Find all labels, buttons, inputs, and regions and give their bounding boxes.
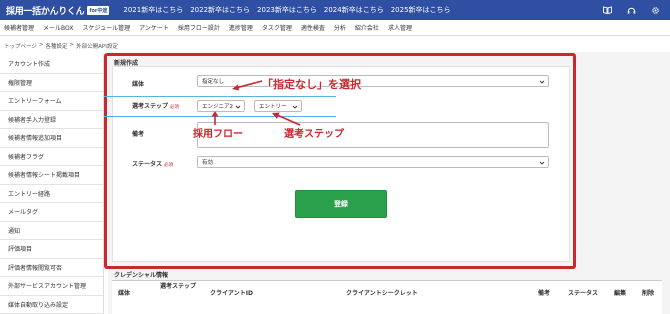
nav-flow-design[interactable]: 採用フロー設計 xyxy=(178,23,220,32)
sidebar-item-entry-form[interactable]: エントリーフォーム xyxy=(0,92,103,111)
nav-progress[interactable]: 進捗管理 xyxy=(229,23,253,32)
breadcrumb: トップページ > 各種設定 > 外部公開API設定 xyxy=(4,42,118,50)
gear-icon[interactable] xyxy=(650,5,660,15)
logo[interactable]: 採用一括かんりくん for中途 xyxy=(6,3,110,17)
guide-line xyxy=(104,96,336,97)
nav-schedule[interactable]: スケジュール管理 xyxy=(82,23,130,32)
sidebar-item-mail-tags[interactable]: メールタグ xyxy=(0,203,103,222)
year-link-2025[interactable]: 2025新卒はこちら xyxy=(391,5,451,15)
sidebar-item-auto-import[interactable]: 媒体自動取り込み設定 xyxy=(0,296,103,314)
breadcrumb-top[interactable]: トップページ xyxy=(4,42,37,50)
credentials-title: クレデンシャル情報 xyxy=(114,272,169,279)
sidebar-item-account[interactable]: アカウント作成 xyxy=(0,55,103,74)
sidebar-item-notifications[interactable]: 通知 xyxy=(0,222,103,240)
sidebar-item-extra-fields[interactable]: 候補者情報追加項目 xyxy=(0,129,103,148)
arrow-icon xyxy=(211,111,219,125)
arrow-icon xyxy=(272,112,301,126)
column-header-client-id: クライアントID xyxy=(210,290,253,297)
sidebar-item-manual-registration[interactable]: 候補者手入力登録 xyxy=(0,111,103,129)
header-icons xyxy=(602,5,660,15)
nav-tasks[interactable]: タスク管理 xyxy=(262,23,292,32)
breadcrumb-separator: > xyxy=(69,42,75,48)
top-header: 採用一括かんりくん for中途 2021新卒はこちら 2022新卒はこちら 20… xyxy=(0,0,670,20)
column-header-remarks: 備考 xyxy=(538,290,551,297)
column-header-medium: 媒体 xyxy=(118,290,131,297)
main-nav: 候補者管理 メールBOX スケジュール管理 アンケート 採用フロー設計 進捗管理… xyxy=(0,20,670,36)
sidebar-item-entry-route[interactable]: エントリー経路 xyxy=(0,185,103,203)
column-header-client-secret: クライアントシークレット xyxy=(346,290,418,297)
nav-jobs[interactable]: 求人管理 xyxy=(388,23,412,32)
sidebar-item-evaluator-access[interactable]: 評価者情報閲覧可否 xyxy=(0,259,103,277)
column-header-delete: 削除 xyxy=(642,290,655,297)
sidebar-item-flags[interactable]: 候補者フラグ xyxy=(0,148,103,166)
year-link-2023[interactable]: 2023新卒はこちら xyxy=(257,5,317,15)
year-link-2024[interactable]: 2024新卒はこちら xyxy=(324,5,384,15)
annotation-flow: 採用フロー xyxy=(193,129,243,140)
headset-icon[interactable] xyxy=(626,5,636,15)
sidebar-item-evaluation[interactable]: 評価項目 xyxy=(0,240,103,259)
year-links: 2021新卒はこちら 2022新卒はこちら 2023新卒はこちら 2024新卒は… xyxy=(123,5,457,15)
arrow-icon xyxy=(232,80,263,91)
column-header-edit: 編集 xyxy=(614,290,627,297)
logo-text: 採用一括かんりくん xyxy=(6,6,85,17)
nav-candidates[interactable]: 候補者管理 xyxy=(4,23,34,32)
nav-survey[interactable]: アンケート xyxy=(139,23,169,32)
breadcrumb-separator: > xyxy=(38,42,44,48)
year-link-2021[interactable]: 2021新卒はこちら xyxy=(123,5,183,15)
sidebar-item-sheet-items[interactable]: 候補者情報シート掲載項目 xyxy=(0,166,103,185)
nav-mailbox[interactable]: メールBOX xyxy=(43,23,73,32)
settings-sidebar: アカウント作成 権限管理 エントリーフォーム 候補者手入力登録 候補者情報追加項… xyxy=(0,55,104,314)
sidebar-item-permissions[interactable]: 権限管理 xyxy=(0,74,103,92)
annotation-select-none: 「指定なし」を選択 xyxy=(262,78,361,91)
breadcrumb-settings[interactable]: 各種設定 xyxy=(46,42,68,50)
column-header-step: 選考ステップ xyxy=(160,283,197,290)
logo-badge: for中途 xyxy=(87,5,110,15)
nav-aptitude[interactable]: 適性検査 xyxy=(301,23,325,32)
year-link-2022[interactable]: 2022新卒はこちら xyxy=(190,5,250,15)
book-icon[interactable] xyxy=(602,5,612,15)
column-header-status: ステータス xyxy=(568,290,599,297)
nav-analytics[interactable]: 分析 xyxy=(334,23,346,32)
breadcrumb-current: 外部公開API設定 xyxy=(76,44,118,50)
sidebar-item-external-accounts[interactable]: 外部サービスアカウント管理 xyxy=(0,277,103,296)
nav-agencies[interactable]: 紹介会社 xyxy=(355,23,379,32)
